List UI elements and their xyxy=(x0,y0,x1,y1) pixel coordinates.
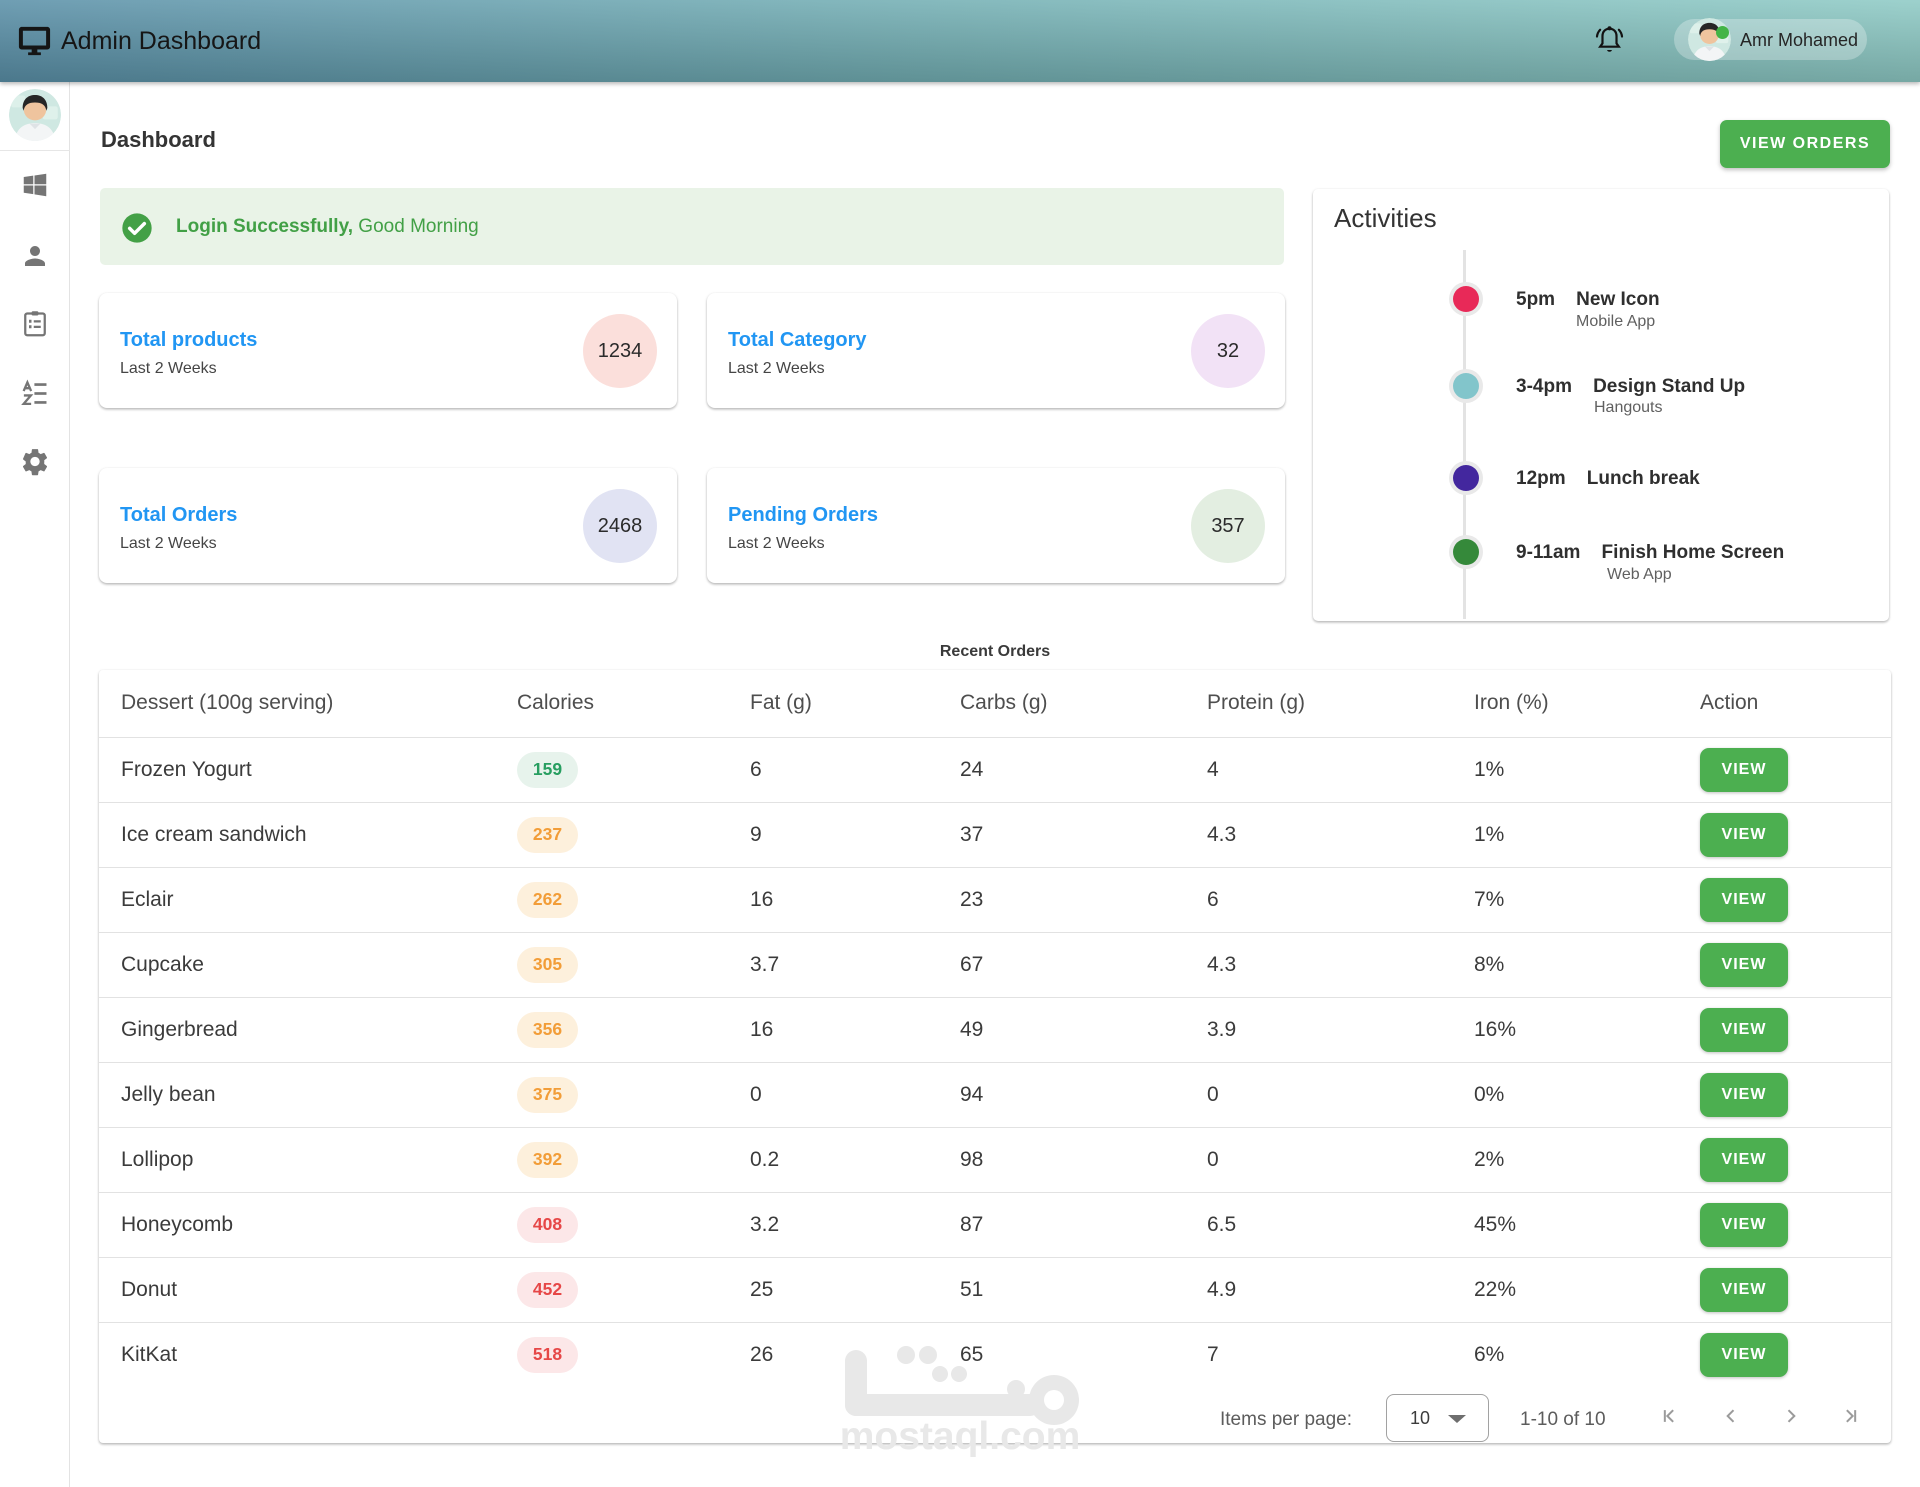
svg-text:mostaql.com: mostaql.com xyxy=(840,1415,1081,1458)
